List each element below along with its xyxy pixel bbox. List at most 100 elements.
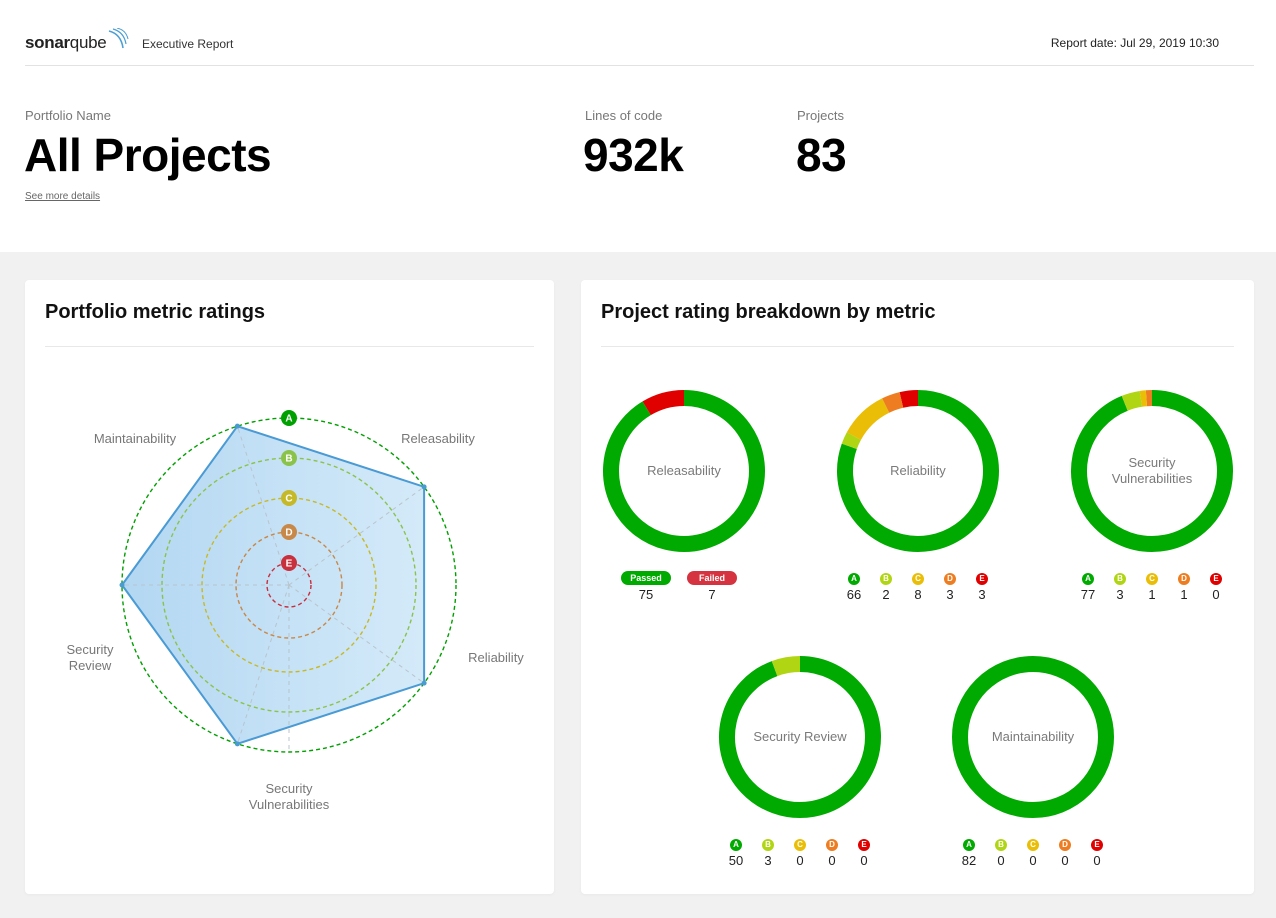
lines-of-code-value: 932k bbox=[583, 129, 684, 181]
legend-item-c: C0 bbox=[1017, 834, 1049, 868]
legend-item-d: D1 bbox=[1168, 568, 1200, 602]
donut-center-label: Maintainability bbox=[950, 729, 1116, 745]
radar-axis-label-line: Releasability bbox=[401, 431, 475, 446]
radar-axis-label-line: Review bbox=[68, 658, 112, 673]
legend-count: 3 bbox=[764, 853, 772, 868]
projects-value: 83 bbox=[796, 129, 847, 181]
legend-count: 66 bbox=[846, 587, 862, 602]
grade-c-icon: C bbox=[912, 573, 924, 585]
grade-c-icon: C bbox=[1027, 839, 1039, 851]
radar-axis-label: Releasability bbox=[373, 431, 503, 447]
radar-axis-label-line: Security bbox=[66, 642, 114, 657]
see-more-details-link[interactable]: See more details bbox=[25, 191, 100, 202]
grade-b-icon: B bbox=[1114, 573, 1126, 585]
sonar-waves-icon bbox=[109, 28, 129, 49]
legend-count: 3 bbox=[1116, 587, 1124, 602]
svg-text:A: A bbox=[285, 414, 292, 425]
grade-e-icon: E bbox=[976, 573, 988, 585]
radar-axis-label-line: Vulnerabilities bbox=[248, 797, 330, 812]
donut-legend: A 66 B 2 C 8 D 3 E 3 bbox=[838, 568, 998, 602]
legend-count: 0 bbox=[1061, 853, 1069, 868]
portfolio-metric-ratings-card: Portfolio metric ratings EDCBA Releasabi… bbox=[25, 280, 554, 894]
legend-count: 77 bbox=[1080, 587, 1096, 602]
donut-legend: A 77 B 3 C 1 D 1 E 0 bbox=[1072, 568, 1232, 602]
donut-slice-d bbox=[882, 392, 904, 413]
donut-center-label: Releasability bbox=[601, 463, 767, 479]
svg-text:E: E bbox=[286, 559, 293, 570]
grade-e-icon: E bbox=[1210, 573, 1222, 585]
radar-axis-label-line: Reliability bbox=[468, 650, 524, 665]
card-divider bbox=[601, 346, 1234, 347]
legend-count: 2 bbox=[882, 587, 890, 602]
grade-d-icon: D bbox=[826, 839, 838, 851]
donut-maintainability: Maintainability bbox=[950, 654, 1116, 820]
legend-item-e: E3 bbox=[966, 568, 998, 602]
radar-grade-badge-e: E bbox=[281, 555, 297, 571]
grade-a-icon: A bbox=[848, 573, 860, 585]
grade-c-icon: C bbox=[1146, 573, 1158, 585]
report-title: Executive Report bbox=[142, 37, 234, 51]
donut-slice-e bbox=[899, 390, 919, 408]
legend-item-failed: Failed 7 bbox=[679, 568, 745, 602]
grade-a-icon: A bbox=[730, 839, 742, 851]
donut-center-label: Reliability bbox=[835, 463, 1001, 479]
donut-security-review: Security Review bbox=[717, 654, 883, 820]
radar-axis-label-line: Maintainability bbox=[93, 431, 177, 446]
report-date: Report date: Jul 29, 2019 10:30 bbox=[1050, 36, 1219, 50]
logo-text: sonarqube bbox=[25, 33, 107, 52]
grade-d-icon: D bbox=[944, 573, 956, 585]
legend-count: 8 bbox=[914, 587, 922, 602]
report-header-section: sonarqube Executive Report Report date: … bbox=[0, 0, 1276, 252]
donut-legend: A 82 B 0 C 0 D 0 E 0 bbox=[953, 834, 1113, 868]
legend-item-b: B2 bbox=[870, 568, 902, 602]
radar-vertex bbox=[421, 484, 427, 490]
donut-center-label-line: Reliability bbox=[890, 463, 946, 478]
donut-center-label-line: Security Review bbox=[753, 729, 847, 744]
legend-count: 0 bbox=[997, 853, 1005, 868]
radar-vertex bbox=[234, 423, 240, 429]
card-title: Project rating breakdown by metric bbox=[601, 301, 936, 323]
grade-c-icon: C bbox=[794, 839, 806, 851]
portfolio-name: All Projects bbox=[24, 129, 272, 181]
top-bar: sonarqube Executive Report Report date: … bbox=[25, 24, 1254, 66]
radar-grade-badge-c: C bbox=[281, 490, 297, 506]
legend-count: 3 bbox=[978, 587, 986, 602]
lines-of-code-label: Lines of code bbox=[585, 108, 663, 123]
svg-text:D: D bbox=[285, 528, 292, 539]
legend-count: 3 bbox=[946, 587, 954, 602]
radar-vertex bbox=[234, 741, 240, 747]
donut-center-label-line: Vulnerabilities bbox=[1111, 471, 1193, 486]
radar-axis-label: Reliability bbox=[431, 650, 561, 666]
legend-item-c: C1 bbox=[1136, 568, 1168, 602]
legend-item-b: B3 bbox=[752, 834, 784, 868]
radar-grade-badge-d: D bbox=[281, 524, 297, 540]
legend-item-b: B0 bbox=[985, 834, 1017, 868]
legend-count: 7 bbox=[708, 587, 716, 602]
grade-e-icon: E bbox=[858, 839, 870, 851]
donut-center-label-line: Releasability bbox=[647, 463, 721, 478]
grade-d-icon: D bbox=[1178, 573, 1190, 585]
radar-axis-label: Security Vulnerabilities bbox=[224, 781, 354, 813]
passed-badge: Passed bbox=[621, 571, 671, 585]
radar-axis-label-line: Security bbox=[265, 781, 313, 796]
radar-axis-label: Security Review bbox=[25, 642, 155, 674]
legend-item-passed: Passed 75 bbox=[613, 568, 679, 602]
legend-item-e: E0 bbox=[1200, 568, 1232, 602]
radar-vertex bbox=[421, 680, 427, 686]
donut-slice-b bbox=[771, 656, 801, 677]
donut-slice-c bbox=[846, 398, 890, 441]
projects-label: Projects bbox=[797, 108, 844, 123]
grade-e-icon: E bbox=[1091, 839, 1103, 851]
donut-center-label-line: Security bbox=[1128, 455, 1176, 470]
legend-count: 75 bbox=[638, 587, 654, 602]
legend-count: 1 bbox=[1148, 587, 1156, 602]
svg-text:B: B bbox=[285, 454, 292, 465]
donut-slice-failed bbox=[642, 390, 685, 416]
failed-badge: Failed bbox=[687, 571, 737, 585]
sonarqube-logo: sonarqube bbox=[25, 28, 129, 53]
grade-d-icon: D bbox=[1059, 839, 1071, 851]
legend-item-c: C8 bbox=[902, 568, 934, 602]
legend-item-a: A 50 bbox=[720, 834, 752, 868]
legend-count: 0 bbox=[828, 853, 836, 868]
donut-slice-c bbox=[1139, 390, 1148, 407]
